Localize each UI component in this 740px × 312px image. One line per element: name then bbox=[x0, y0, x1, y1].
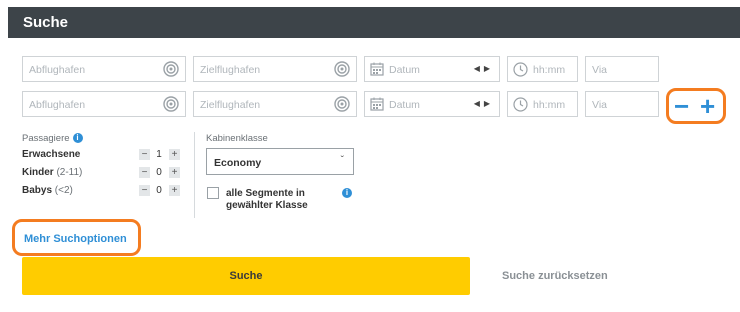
row-controls-highlight: − + bbox=[666, 88, 726, 124]
date-input-1[interactable]: Datum ◀▶ bbox=[364, 56, 500, 82]
locate-icon[interactable] bbox=[334, 96, 350, 112]
babies-age-range: (<2) bbox=[54, 185, 73, 196]
search-button[interactable]: Suche bbox=[22, 257, 470, 295]
passengers-heading: Passagiere i bbox=[22, 133, 83, 144]
clock-icon bbox=[513, 97, 528, 112]
placeholder: Zielflughafen bbox=[200, 64, 261, 76]
cabin-class-heading: Kabinenklasse bbox=[206, 133, 268, 144]
placeholder: hh:mm bbox=[533, 64, 566, 76]
passengers-label: Passagiere bbox=[22, 133, 70, 144]
children-text: Kinder bbox=[22, 167, 54, 178]
locate-icon[interactable] bbox=[163, 96, 179, 112]
all-segments-checkbox[interactable] bbox=[207, 187, 219, 199]
info-icon[interactable]: i bbox=[72, 133, 83, 144]
placeholder: Abflughafen bbox=[29, 99, 86, 111]
babies-text: Babys bbox=[22, 185, 53, 196]
locate-icon[interactable] bbox=[334, 61, 350, 77]
header-bar: Suche bbox=[8, 7, 740, 38]
date-input-2[interactable]: Datum ◀▶ bbox=[364, 91, 500, 117]
children-age-range: (2-11) bbox=[56, 167, 83, 178]
reset-search-button[interactable]: Suche zurücksetzen bbox=[502, 270, 608, 282]
placeholder: Datum bbox=[389, 99, 420, 111]
adults-minus-button[interactable]: − bbox=[139, 149, 150, 160]
arrival-airport-input-2[interactable]: Zielflughafen bbox=[193, 91, 357, 117]
adults-text: Erwachsene bbox=[22, 149, 81, 160]
children-plus-button[interactable]: + bbox=[169, 167, 180, 178]
calendar-icon bbox=[370, 97, 384, 111]
babies-minus-button[interactable]: − bbox=[139, 185, 150, 196]
clock-icon bbox=[513, 62, 528, 77]
more-options-link[interactable]: Mehr Suchoptionen bbox=[24, 233, 127, 245]
children-minus-button[interactable]: − bbox=[139, 167, 150, 178]
more-options-highlight: Mehr Suchoptionen bbox=[12, 219, 141, 256]
arrival-airport-input-1[interactable]: Zielflughafen bbox=[193, 56, 357, 82]
calendar-icon bbox=[370, 62, 384, 76]
babies-plus-button[interactable]: + bbox=[169, 185, 180, 196]
remove-row-button[interactable]: − bbox=[674, 91, 689, 121]
date-arrows-icon[interactable]: ◀▶ bbox=[474, 99, 494, 108]
babies-count: 0 bbox=[156, 185, 162, 196]
children-label: Kinder (2-11) bbox=[22, 167, 82, 178]
adults-label: Erwachsene bbox=[22, 149, 80, 160]
section-divider bbox=[194, 132, 195, 218]
placeholder: Zielflughafen bbox=[200, 99, 261, 111]
departure-airport-input-2[interactable]: Abflughafen bbox=[22, 91, 186, 117]
placeholder: Datum bbox=[389, 64, 420, 76]
via-input-1[interactable]: Via bbox=[585, 56, 659, 82]
adults-count: 1 bbox=[156, 149, 162, 160]
placeholder: hh:mm bbox=[533, 99, 566, 111]
chevron-down-icon: ˇ bbox=[340, 155, 344, 166]
date-arrows-icon[interactable]: ◀▶ bbox=[474, 64, 494, 73]
placeholder: Via bbox=[592, 99, 607, 111]
info-icon[interactable]: i bbox=[342, 188, 352, 198]
placeholder: Via bbox=[592, 64, 607, 76]
via-input-2[interactable]: Via bbox=[585, 91, 659, 117]
adults-plus-button[interactable]: + bbox=[169, 149, 180, 160]
placeholder: Abflughafen bbox=[29, 64, 86, 76]
time-input-2[interactable]: hh:mm bbox=[507, 91, 578, 117]
search-button-label: Suche bbox=[229, 270, 263, 282]
cabin-class-value: Economy bbox=[214, 157, 262, 169]
departure-airport-input-1[interactable]: Abflughafen bbox=[22, 56, 186, 82]
cabin-class-select[interactable]: Economy ˇ bbox=[206, 148, 354, 175]
all-segments-label: alle Segmente in gewählter Klasse bbox=[226, 188, 308, 211]
time-input-1[interactable]: hh:mm bbox=[507, 56, 578, 82]
locate-icon[interactable] bbox=[163, 61, 179, 77]
children-count: 0 bbox=[156, 167, 162, 178]
page-title: Suche bbox=[23, 14, 69, 31]
babies-label: Babys (<2) bbox=[22, 185, 73, 196]
add-row-button[interactable]: + bbox=[700, 91, 715, 121]
